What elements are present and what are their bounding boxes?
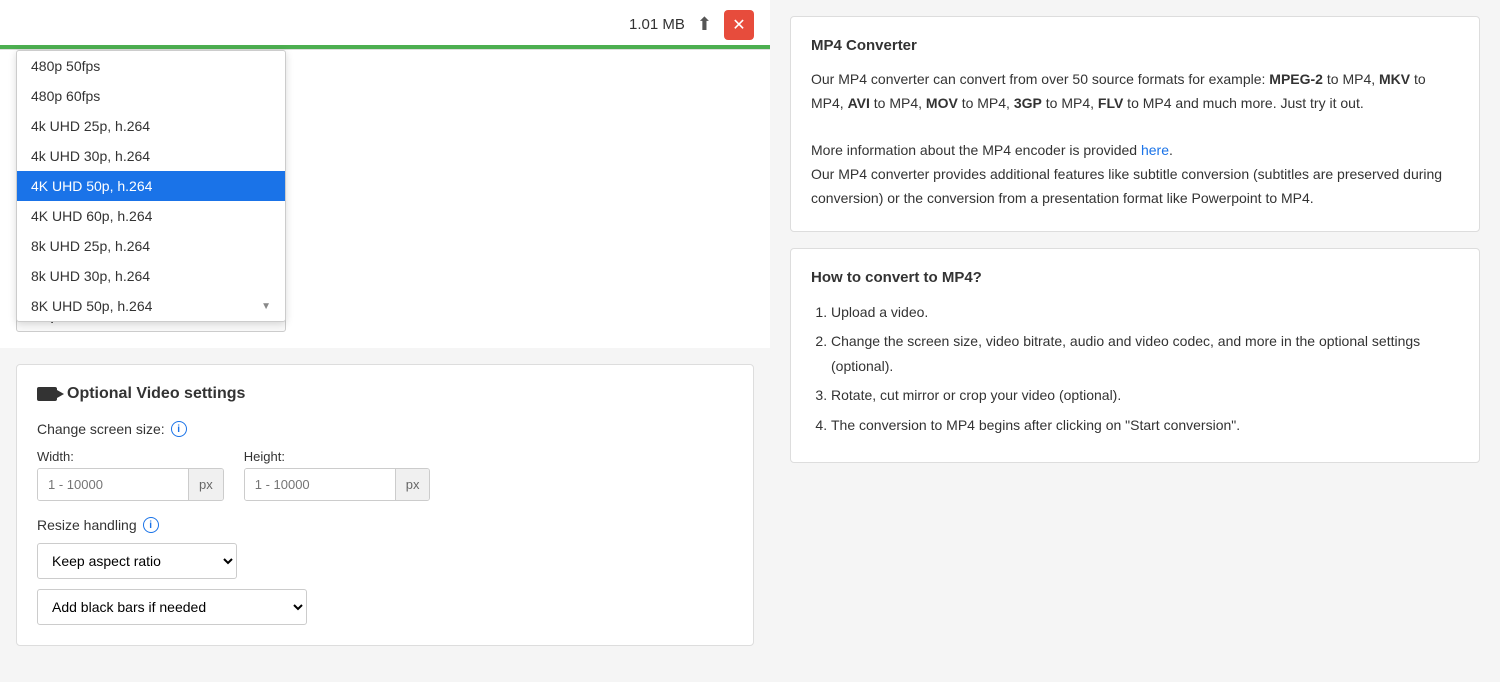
mp4-para1: Our MP4 converter can convert from over … xyxy=(811,68,1459,116)
black-bars-select[interactable]: Add black bars if needed Crop None xyxy=(37,589,307,625)
quality-item-8k50[interactable]: 8K UHD 50p, h.264 ▼ xyxy=(17,291,285,321)
3gp-label: 3GP xyxy=(1014,95,1042,111)
flv-label: FLV xyxy=(1098,95,1123,111)
height-group: Height: px xyxy=(244,449,431,501)
mov-label: MOV xyxy=(926,95,958,111)
quality-item-4k50[interactable]: 4K UHD 50p, h.264 xyxy=(17,171,285,201)
section-title: Optional Video settings xyxy=(37,385,733,403)
height-label: Height: xyxy=(244,449,431,464)
quality-dropdown[interactable]: 480p 50fps 480p 60fps 4k UHD 25p, h.264 … xyxy=(16,50,286,322)
progress-bar-fill xyxy=(0,45,770,49)
top-bar: 1.01 MB ⬆ ✕ xyxy=(0,0,770,50)
how-to-title: How to convert to MP4? xyxy=(811,269,1459,286)
mpeg2-label: MPEG-2 xyxy=(1269,71,1323,87)
how-to-step-2: Change the screen size, video bitrate, a… xyxy=(831,329,1459,379)
quality-item-480p50[interactable]: 480p 50fps xyxy=(17,51,285,81)
quality-item-4k30[interactable]: 4k UHD 30p, h.264 xyxy=(17,141,285,171)
here-link[interactable]: here xyxy=(1141,142,1169,158)
left-panel: 1.01 MB ⬆ ✕ 480p 50fps 480p 60fps 4k UHD… xyxy=(0,0,770,682)
right-panel: MP4 Converter Our MP4 converter can conv… xyxy=(770,0,1500,682)
mkv-label: MKV xyxy=(1379,71,1410,87)
how-to-step-1: Upload a video. xyxy=(831,300,1459,325)
how-to-card: How to convert to MP4? Upload a video. C… xyxy=(790,248,1480,463)
close-icon: ✕ xyxy=(732,15,745,35)
resize-label: Resize handling i xyxy=(37,517,733,533)
upload-button[interactable]: ⬆ xyxy=(697,14,712,35)
mp4-para2: More information about the MP4 encoder i… xyxy=(811,139,1459,210)
quality-item-8k25[interactable]: 8k UHD 25p, h.264 xyxy=(17,231,285,261)
quality-item-4k60[interactable]: 4K UHD 60p, h.264 xyxy=(17,201,285,231)
resize-info-icon[interactable]: i xyxy=(143,517,159,533)
quality-item-480p60[interactable]: 480p 60fps xyxy=(17,81,285,111)
progress-bar-container xyxy=(0,45,770,49)
avi-label: AVI xyxy=(848,95,870,111)
quality-item-8k50-label: 8K UHD 50p, h.264 xyxy=(31,298,152,314)
height-unit: px xyxy=(395,469,430,500)
screen-size-label: Change screen size: i xyxy=(37,421,733,437)
screen-size-text: Change screen size: xyxy=(37,421,165,437)
resize-label-text: Resize handling xyxy=(37,517,137,533)
mp4-converter-card: MP4 Converter Our MP4 converter can conv… xyxy=(790,16,1480,232)
file-size: 1.01 MB xyxy=(629,16,685,33)
height-input[interactable] xyxy=(245,469,395,500)
mp4-converter-title: MP4 Converter xyxy=(811,37,1459,54)
resize-section: Resize handling i Keep aspect ratio Stre… xyxy=(37,517,733,625)
width-input-wrap: px xyxy=(37,468,224,501)
width-label: Width: xyxy=(37,449,224,464)
width-group: Width: px xyxy=(37,449,224,501)
quality-item-8k30[interactable]: 8k UHD 30p, h.264 xyxy=(17,261,285,291)
screen-size-info-icon[interactable]: i xyxy=(171,421,187,437)
video-camera-icon xyxy=(37,387,57,401)
height-input-wrap: px xyxy=(244,468,431,501)
dropdown-arrow: ▼ xyxy=(261,301,271,312)
how-to-step-4: The conversion to MP4 begins after click… xyxy=(831,413,1459,438)
mp4-converter-body: Our MP4 converter can convert from over … xyxy=(811,68,1459,211)
how-to-step-3: Rotate, cut mirror or crop your video (o… xyxy=(831,383,1459,408)
optional-video-settings: Optional Video settings Change screen si… xyxy=(16,364,754,646)
section-title-text: Optional Video settings xyxy=(67,385,245,403)
upload-icon: ⬆ xyxy=(697,14,712,34)
quality-dropdown-area: 480p 50fps 480p 60fps 4k UHD 25p, h.264 … xyxy=(0,50,770,290)
width-input[interactable] xyxy=(38,469,188,500)
width-unit: px xyxy=(188,469,223,500)
how-to-list: Upload a video. Change the screen size, … xyxy=(811,300,1459,438)
close-button[interactable]: ✕ xyxy=(724,10,754,40)
dimensions-row: Width: px Height: px xyxy=(37,449,733,501)
quality-item-4k25[interactable]: 4k UHD 25p, h.264 xyxy=(17,111,285,141)
resize-select[interactable]: Keep aspect ratio Stretch Fit xyxy=(37,543,237,579)
